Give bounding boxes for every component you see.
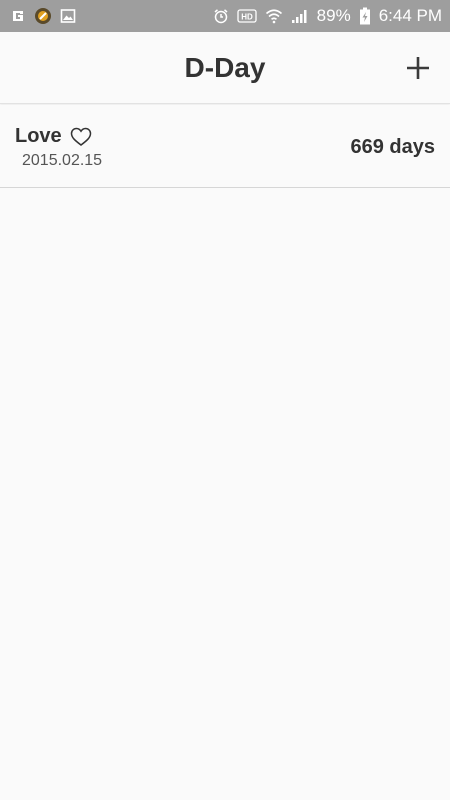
status-bar-right: HD 89% 6:44 PM [213, 6, 442, 26]
page-title: D-Day [184, 51, 266, 83]
status-bar-left [10, 7, 76, 25]
status-time: 6:44 PM [378, 6, 442, 25]
list-item[interactable]: Love 2015.02.15 669 days [0, 105, 450, 188]
image-icon [60, 8, 76, 24]
dday-list: Love 2015.02.15 669 days [0, 105, 450, 188]
wifi-icon [265, 8, 283, 24]
heart-outline-icon [70, 127, 92, 147]
status-bar: HD 89% 6:44 PM [0, 0, 450, 32]
battery-percent: 89% [316, 6, 351, 25]
hd-icon: HD [237, 8, 257, 24]
app-bar: D-Day [0, 32, 450, 104]
svg-text:HD: HD [241, 13, 253, 22]
plus-icon [405, 55, 431, 81]
battery-charging-icon [359, 7, 371, 25]
signal-icon [291, 8, 309, 24]
app-badge-icon [34, 7, 52, 25]
item-day-count: 669 days [350, 136, 435, 158]
alarm-icon [213, 8, 229, 24]
add-dday-button[interactable] [400, 50, 436, 86]
item-title: Love [15, 125, 62, 147]
app-g-icon [10, 8, 26, 24]
item-date: 2015.02.15 [22, 152, 103, 169]
item-title-group: Love [15, 125, 92, 148]
